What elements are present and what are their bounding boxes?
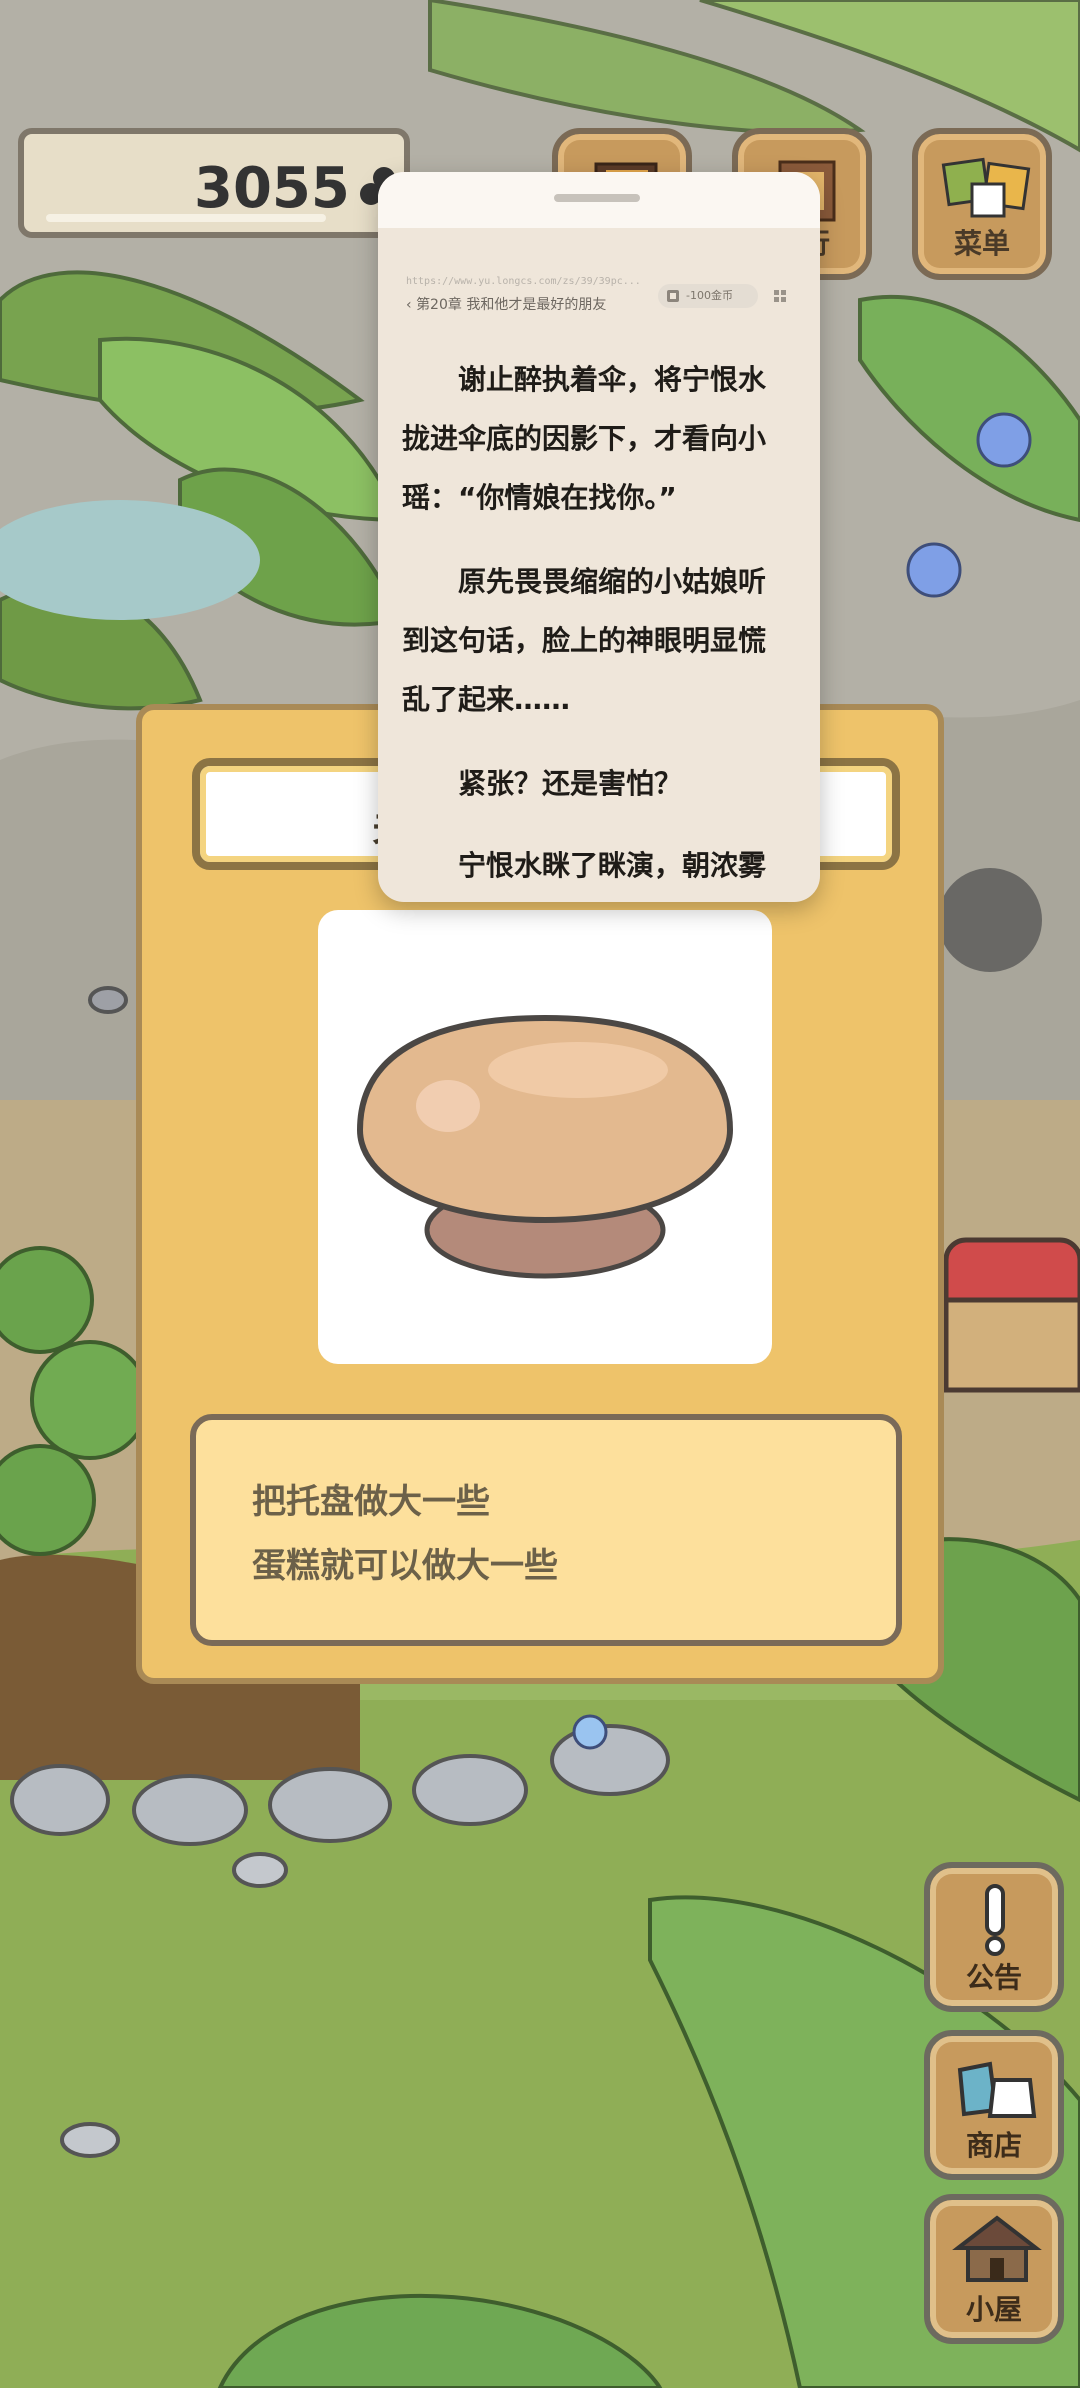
- menu-label: 菜单: [953, 227, 1010, 260]
- item-image-frame: [318, 910, 772, 1364]
- floating-reader-window[interactable]: https://www.yu.longcs.com/zs/39/39pc... …: [378, 172, 820, 902]
- paragraph-2: 原先畏畏缩缩的小姑娘听 到这句话，脸上的神眼明显慌 乱了起来……: [402, 565, 767, 716]
- house-label: 小屋: [965, 2293, 1022, 2326]
- description-line-1: 把托盘做大一些: [252, 1482, 490, 1522]
- chapter-title[interactable]: ‹ 第20章 我和他才是最好的朋友: [406, 294, 606, 314]
- shop-label: 商店: [965, 2129, 1022, 2162]
- grid-menu-icon[interactable]: [772, 288, 788, 304]
- notice-label: 公告: [965, 1961, 1022, 1994]
- exclamation-icon: [985, 1884, 1005, 1956]
- coin-icon: [667, 290, 679, 302]
- item-description: 把托盘做大一些 蛋糕就可以做大一些: [190, 1414, 902, 1646]
- clover-count: 3055: [194, 156, 350, 221]
- shop-bags-icon: [957, 2061, 1037, 2118]
- cake-plate-image: [356, 1014, 734, 1279]
- house-button[interactable]: 小屋: [924, 2194, 1064, 2344]
- house-icon: [952, 2215, 1042, 2282]
- notice-button[interactable]: 公告: [924, 1862, 1064, 2012]
- paragraph-4: 宁恨水眯了眯演，朝浓雾: [402, 849, 767, 882]
- paragraph-3: 紧张？还是害怕？: [402, 767, 683, 800]
- shop-button[interactable]: 商店: [924, 2030, 1064, 2180]
- reader-drag-bar[interactable]: [378, 172, 820, 228]
- clover-progress-bar: [46, 214, 326, 222]
- menu-button[interactable]: 菜单: [912, 128, 1052, 280]
- description-line-2: 蛋糕就可以做大一些: [252, 1546, 558, 1586]
- coin-badge[interactable]: -100金币: [658, 284, 758, 308]
- clover-counter: 3055: [18, 128, 410, 238]
- drag-handle[interactable]: [554, 194, 640, 202]
- paragraph-1: 谢止醉执着伞，将宁恨水 拢进伞底的因影下，才看向小 瑶：“你情娘在找你。”: [402, 363, 767, 514]
- coin-text: -100金币: [686, 289, 733, 302]
- reader-url: https://www.yu.longcs.com/zs/39/39pc...: [406, 276, 641, 287]
- menu-cards-icon: [941, 157, 1031, 218]
- chapter-title-text: 第20章 我和他才是最好的朋友: [416, 297, 607, 313]
- back-chevron-icon[interactable]: ‹: [406, 297, 416, 313]
